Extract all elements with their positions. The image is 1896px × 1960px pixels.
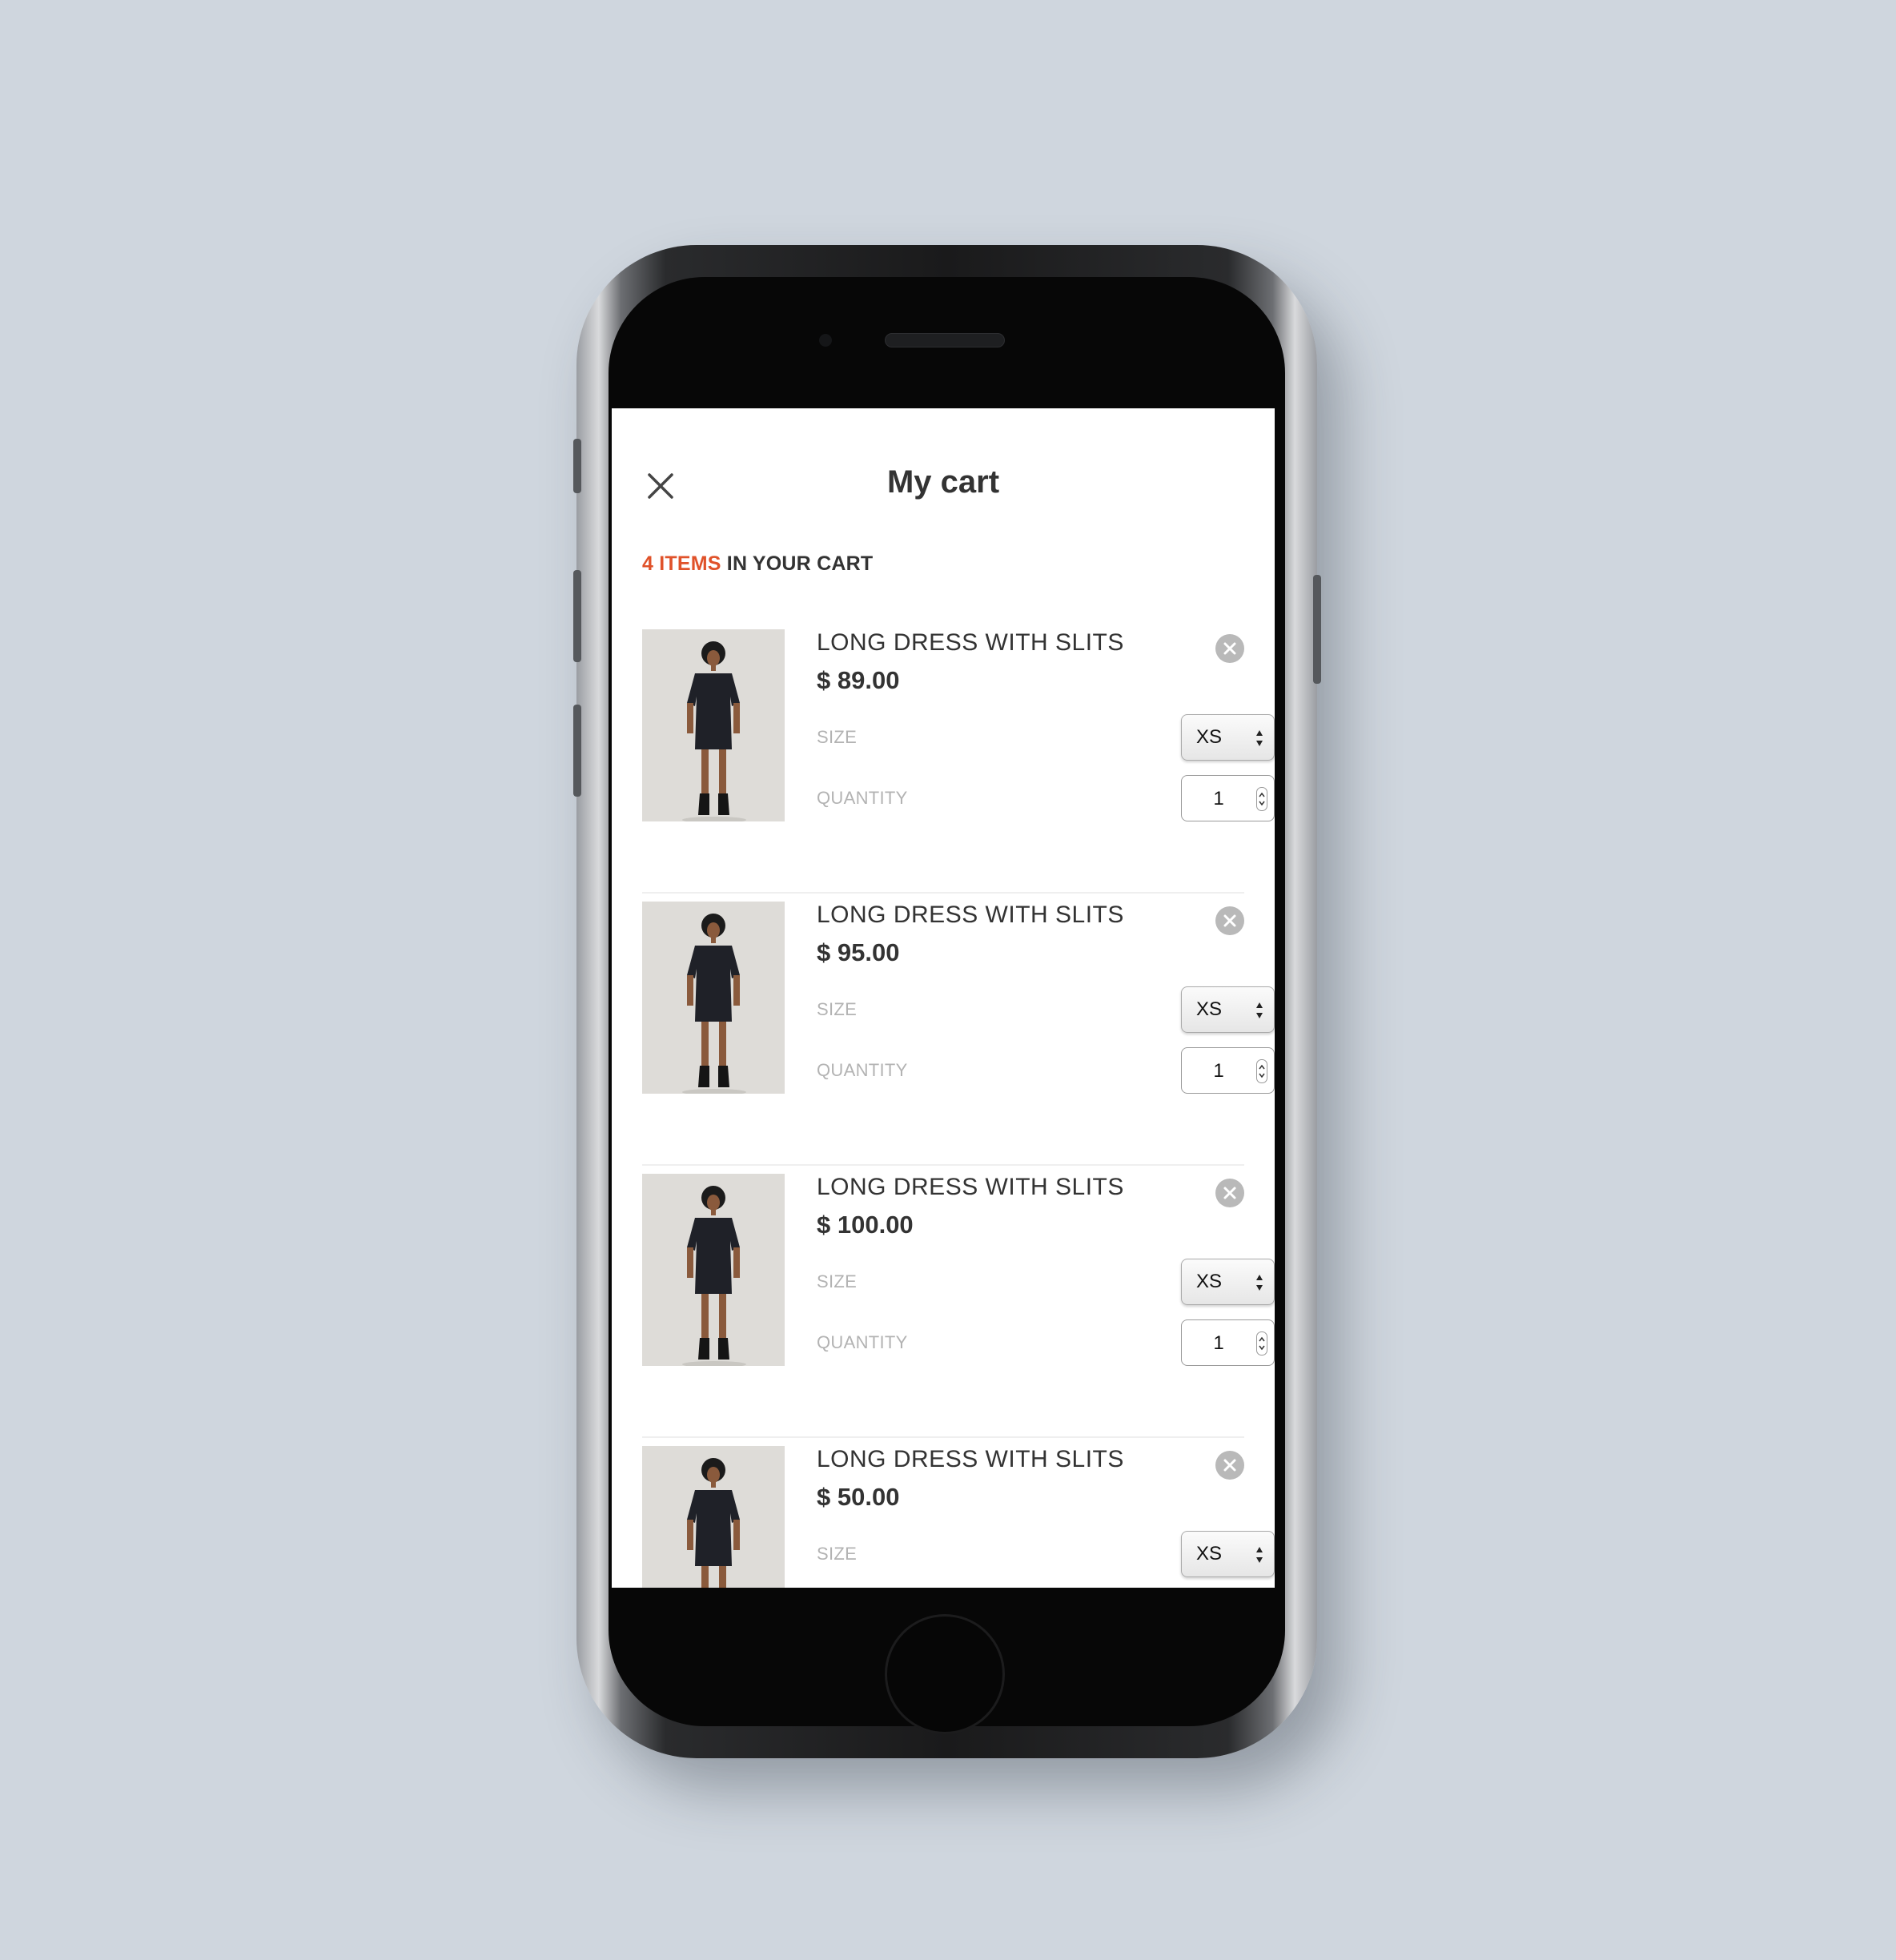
size-value: XS bbox=[1196, 998, 1223, 1020]
quantity-stepper[interactable]: 1 bbox=[1181, 1047, 1275, 1094]
remove-circle-icon bbox=[1216, 1452, 1243, 1479]
size-select[interactable]: XS bbox=[1181, 1531, 1275, 1577]
remove-circle-icon bbox=[1216, 907, 1243, 934]
product-image[interactable] bbox=[642, 1174, 785, 1366]
remove-circle-icon bbox=[1216, 635, 1243, 662]
select-arrows-icon bbox=[1256, 1547, 1263, 1563]
phone-screen: My cart 4 ITEMS IN YOUR CART LONG DRESS … bbox=[612, 408, 1275, 1588]
remove-item-button[interactable] bbox=[1215, 634, 1244, 663]
product-price: $ 89.00 bbox=[817, 666, 900, 694]
quantity-stepper[interactable]: 1 bbox=[1181, 775, 1275, 821]
product-image[interactable] bbox=[642, 629, 785, 821]
scene: My cart 4 ITEMS IN YOUR CART LONG DRESS … bbox=[0, 0, 1896, 1960]
remove-item-button[interactable] bbox=[1215, 906, 1244, 935]
page-title: My cart bbox=[886, 464, 1000, 500]
product-name: LONG DRESS WITH SLITS bbox=[817, 1446, 1124, 1472]
product-price: $ 100.00 bbox=[817, 1211, 914, 1239]
quantity-label: QUANTITY bbox=[817, 1332, 908, 1352]
power-button bbox=[1313, 575, 1321, 684]
volume-down-button bbox=[573, 705, 581, 797]
product-name: LONG DRESS WITH SLITS bbox=[817, 1174, 1124, 1200]
product-price: $ 95.00 bbox=[817, 938, 900, 966]
cart-item: LONG DRESS WITH SLITS $ 50.00 SIZE XS QU… bbox=[642, 1438, 1275, 1588]
size-value: XS bbox=[1196, 1271, 1223, 1292]
cart-item: LONG DRESS WITH SLITS $ 95.00 SIZE XS QU… bbox=[642, 894, 1275, 1166]
remove-item-button[interactable] bbox=[1215, 1451, 1244, 1480]
product-photo bbox=[642, 902, 785, 1094]
earpiece-speaker bbox=[885, 333, 1005, 347]
quantity-stepper[interactable]: 1 bbox=[1181, 1319, 1275, 1366]
cart-item-list: LONG DRESS WITH SLITS $ 89.00 SIZE XS QU… bbox=[642, 621, 1275, 1588]
front-camera bbox=[819, 334, 832, 347]
size-label: SIZE bbox=[817, 1271, 858, 1291]
quantity-value: 1 bbox=[1213, 788, 1224, 809]
cart-item: LONG DRESS WITH SLITS $ 100.00 SIZE XS Q… bbox=[642, 1166, 1275, 1438]
size-value: XS bbox=[1196, 1543, 1223, 1564]
quantity-value: 1 bbox=[1213, 1060, 1224, 1082]
size-label: SIZE bbox=[817, 999, 858, 1019]
quantity-label: QUANTITY bbox=[817, 788, 908, 808]
size-label: SIZE bbox=[817, 727, 858, 747]
product-name: LONG DRESS WITH SLITS bbox=[817, 902, 1124, 928]
mute-switch bbox=[573, 439, 581, 493]
product-image[interactable] bbox=[642, 1446, 785, 1588]
home-button bbox=[885, 1614, 1005, 1734]
select-arrows-icon bbox=[1256, 1002, 1263, 1018]
size-select[interactable]: XS bbox=[1181, 986, 1275, 1033]
product-photo bbox=[642, 1446, 785, 1588]
size-select[interactable]: XS bbox=[1181, 714, 1275, 761]
remove-circle-icon bbox=[1216, 1179, 1243, 1207]
product-price: $ 50.00 bbox=[817, 1483, 900, 1511]
quantity-value: 1 bbox=[1213, 1332, 1224, 1354]
cart-header: My cart bbox=[612, 408, 1275, 560]
spinner-arrows-icon[interactable] bbox=[1256, 1331, 1267, 1356]
cart-item: LONG DRESS WITH SLITS $ 89.00 SIZE XS QU… bbox=[642, 621, 1275, 894]
spinner-arrows-icon[interactable] bbox=[1256, 787, 1267, 811]
product-name: LONG DRESS WITH SLITS bbox=[817, 629, 1124, 656]
select-arrows-icon bbox=[1256, 730, 1263, 746]
product-photo bbox=[642, 629, 785, 821]
size-select[interactable]: XS bbox=[1181, 1259, 1275, 1305]
product-image[interactable] bbox=[642, 902, 785, 1094]
size-value: XS bbox=[1196, 726, 1223, 748]
select-arrows-icon bbox=[1256, 1275, 1263, 1291]
volume-up-button bbox=[573, 570, 581, 662]
quantity-label: QUANTITY bbox=[817, 1060, 908, 1080]
product-photo bbox=[642, 1174, 785, 1366]
remove-item-button[interactable] bbox=[1215, 1179, 1244, 1207]
size-label: SIZE bbox=[817, 1544, 858, 1564]
spinner-arrows-icon[interactable] bbox=[1256, 1059, 1267, 1083]
